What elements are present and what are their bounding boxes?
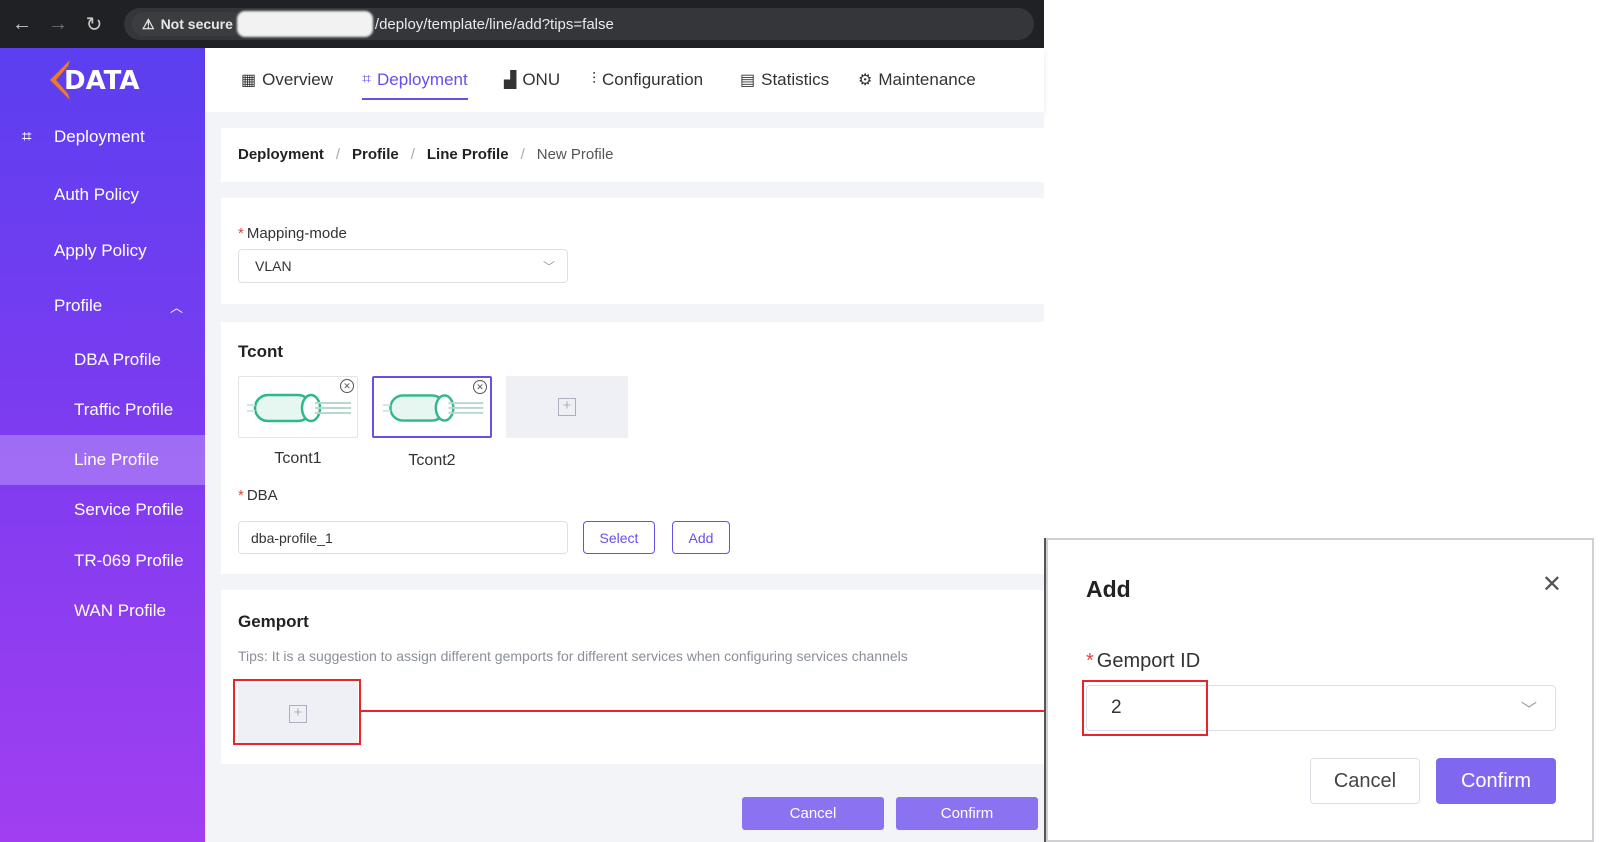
add-dba-button[interactable]: Add bbox=[672, 521, 730, 554]
add-tcont-button[interactable]: + bbox=[506, 376, 628, 438]
dba-input[interactable]: dba-profile_1 bbox=[238, 521, 568, 554]
tab-configuration[interactable]: ⫶ Configuration bbox=[592, 48, 703, 112]
tab-maintenance[interactable]: ⚙ Maintenance bbox=[858, 48, 976, 112]
svg-text:DATA: DATA bbox=[64, 66, 140, 96]
tcont-name: Tcont1 bbox=[274, 450, 322, 467]
dialog-cancel-button[interactable]: Cancel bbox=[1310, 758, 1420, 804]
sidebar: DATA ⌗ Deployment Auth Policy Apply Poli… bbox=[0, 48, 205, 842]
chevron-down-icon: ﹀ bbox=[542, 259, 555, 274]
tcont-title: Tcont bbox=[238, 342, 284, 361]
reload-icon[interactable]: ↻ bbox=[76, 0, 112, 48]
gemport-tips: Tips: It is a suggestion to assign diffe… bbox=[238, 648, 908, 664]
tab-statistics[interactable]: ▤ Statistics bbox=[740, 48, 829, 112]
sidebar-item-service-profile[interactable]: Service Profile bbox=[0, 485, 205, 535]
redacted-host bbox=[236, 11, 373, 37]
highlight-box bbox=[233, 679, 361, 745]
required-mark: * bbox=[238, 225, 244, 242]
highlight-box bbox=[1082, 680, 1208, 736]
sidebar-item-dba-profile[interactable]: DBA Profile bbox=[0, 335, 205, 385]
breadcrumb: Deployment / Profile / Line Profile / Ne… bbox=[238, 146, 613, 163]
nodes-icon: ⌗ bbox=[362, 71, 372, 88]
gemport-title: Gemport bbox=[238, 612, 309, 631]
breadcrumb-separator: / bbox=[520, 146, 525, 163]
dialog-confirm-button[interactable]: Confirm bbox=[1436, 758, 1556, 804]
tcont-item-selected[interactable]: ✕ bbox=[372, 376, 492, 438]
address-bar[interactable]: ⚠ Not secure /deploy/template/line/add?t… bbox=[124, 8, 1034, 40]
brand-logo[interactable]: DATA bbox=[0, 48, 205, 112]
confirm-button[interactable]: Confirm bbox=[896, 797, 1038, 830]
gemport-id-label: * Gemport ID bbox=[1086, 650, 1201, 672]
gear-icon: ⚙ bbox=[858, 72, 873, 89]
breadcrumb-profile[interactable]: Profile bbox=[352, 146, 399, 163]
top-navigation: ▦ Overview ⌗ Deployment ▟ ONU ⫶ Configur… bbox=[205, 48, 1044, 112]
dialog-title: Add bbox=[1086, 576, 1131, 602]
forward-icon[interactable]: → bbox=[40, 0, 76, 48]
highlight-arrow bbox=[361, 710, 1051, 712]
sidebar-item-auth-policy[interactable]: Auth Policy bbox=[0, 170, 205, 220]
cancel-button[interactable]: Cancel bbox=[742, 797, 884, 830]
url-path: /deploy/template/line/add?tips=false bbox=[374, 15, 614, 33]
mapping-mode-label: * Mapping-mode bbox=[238, 225, 347, 242]
grid-icon: ▦ bbox=[241, 72, 257, 89]
breadcrumb-line-profile[interactable]: Line Profile bbox=[427, 146, 509, 163]
breadcrumb-separator: / bbox=[410, 146, 415, 163]
tcont-name: Tcont2 bbox=[408, 452, 456, 469]
breadcrumb-deployment[interactable]: Deployment bbox=[238, 146, 324, 163]
dba-label: * DBA bbox=[238, 487, 278, 504]
close-circle-icon[interactable]: ✕ bbox=[473, 380, 487, 394]
sliders-icon: ⫶ bbox=[592, 71, 597, 88]
mapping-mode-select[interactable]: VLAN ﹀ bbox=[238, 249, 568, 283]
tab-overview[interactable]: ▦ Overview bbox=[241, 48, 333, 112]
tcont-item[interactable]: ✕ bbox=[238, 376, 358, 438]
security-chip[interactable]: ⚠ Not secure bbox=[132, 12, 243, 36]
warning-icon: ⚠ bbox=[142, 15, 155, 32]
onu-icon: ▟ bbox=[504, 72, 517, 89]
sidebar-item-tr069-profile[interactable]: TR-069 Profile bbox=[0, 536, 205, 586]
nodes-icon: ⌗ bbox=[22, 127, 32, 146]
sidebar-item-line-profile[interactable]: Line Profile bbox=[0, 435, 205, 485]
breadcrumb-new-profile: New Profile bbox=[536, 146, 614, 163]
chevron-up-icon: ︿ bbox=[170, 299, 184, 315]
sidebar-item-wan-profile[interactable]: WAN Profile bbox=[0, 586, 205, 636]
chevron-down-icon: ﹀ bbox=[1520, 702, 1537, 719]
required-mark: * bbox=[1086, 650, 1094, 672]
add-gemport-dialog: Add ✕ * Gemport ID 2 ﹀ Cancel Confirm bbox=[1046, 538, 1594, 842]
sidebar-item-apply-policy[interactable]: Apply Policy bbox=[0, 226, 205, 276]
sidebar-item-profile[interactable]: Profile ︿ bbox=[0, 281, 205, 331]
sidebar-item-traffic-profile[interactable]: Traffic Profile bbox=[0, 385, 205, 435]
breadcrumb-separator: / bbox=[335, 146, 341, 163]
back-icon[interactable]: ← bbox=[4, 0, 40, 48]
select-button[interactable]: Select bbox=[583, 521, 655, 554]
close-icon[interactable]: ✕ bbox=[1542, 570, 1562, 599]
window-icon: ▤ bbox=[740, 72, 756, 89]
sidebar-item-deployment[interactable]: ⌗ Deployment bbox=[0, 112, 205, 162]
tab-onu[interactable]: ▟ ONU bbox=[504, 48, 560, 112]
required-mark: * bbox=[238, 487, 244, 504]
tab-deployment[interactable]: ⌗ Deployment bbox=[362, 48, 468, 112]
cdata-logo-icon: DATA bbox=[49, 60, 140, 100]
plus-square-icon: + bbox=[558, 398, 576, 416]
close-circle-icon[interactable]: ✕ bbox=[340, 379, 354, 393]
browser-toolbar: ← → ↻ ⚠ Not secure /deploy/template/line… bbox=[0, 0, 1044, 48]
